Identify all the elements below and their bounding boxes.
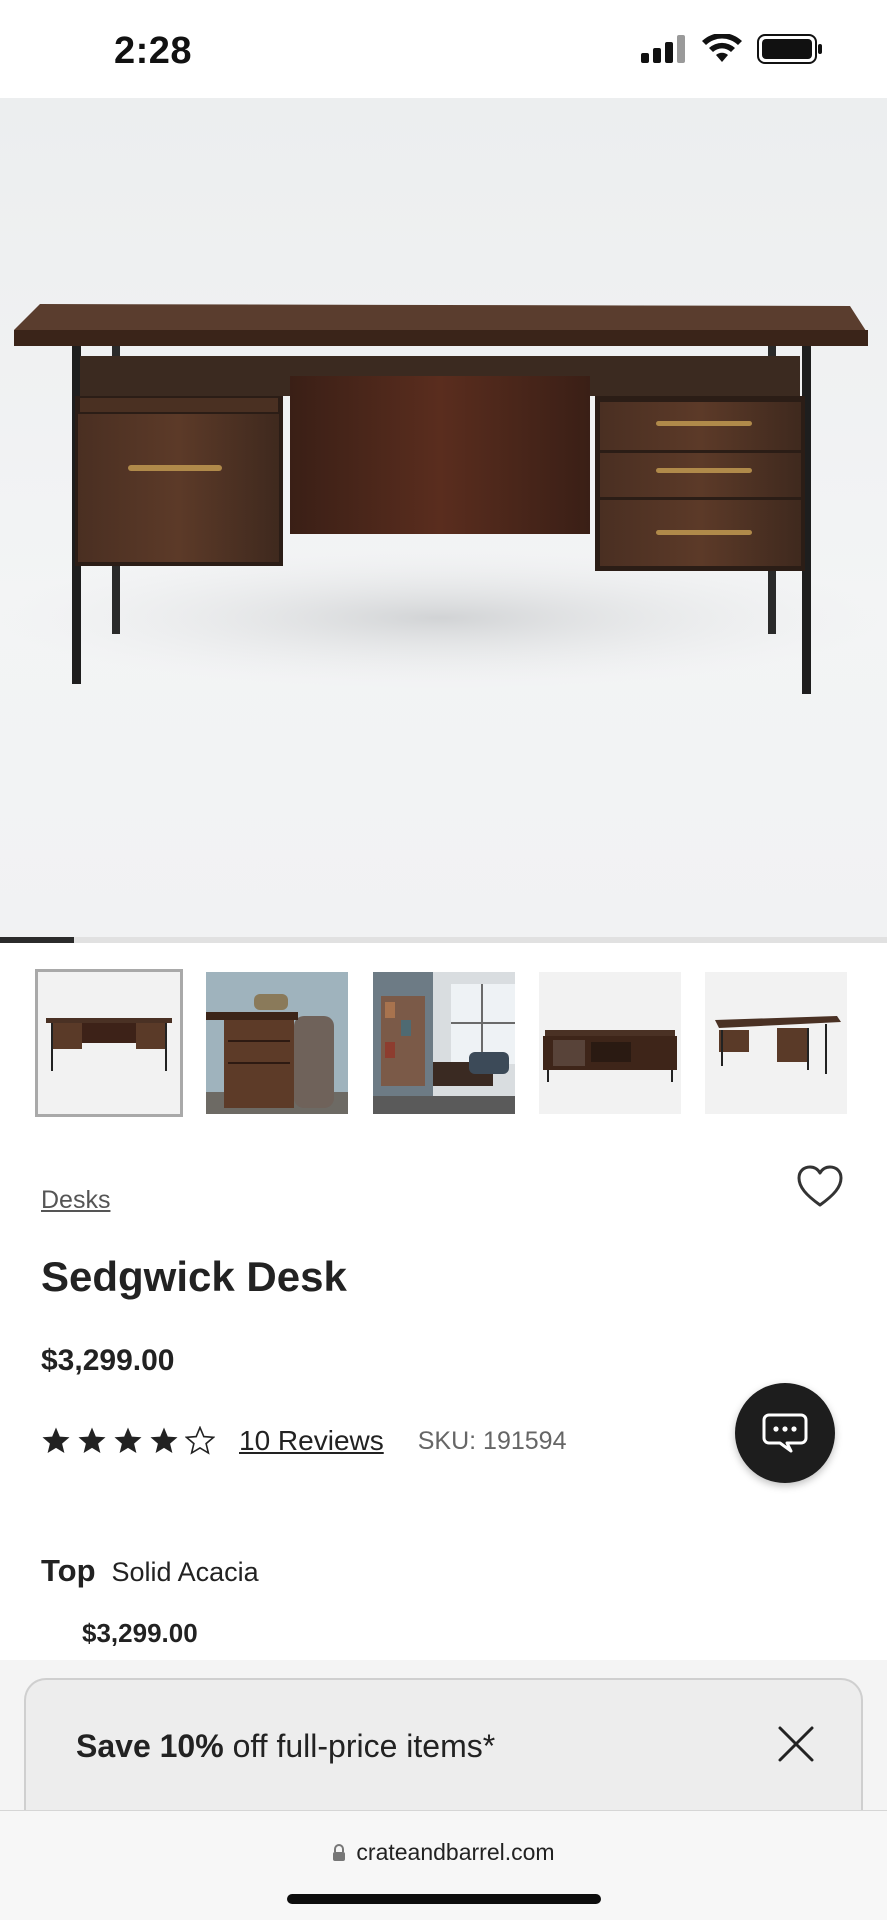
gallery-progress-track xyxy=(0,937,887,943)
status-icons xyxy=(641,34,823,64)
reviews-link[interactable]: 10 Reviews xyxy=(239,1425,384,1457)
close-icon[interactable] xyxy=(776,1724,816,1764)
wifi-icon xyxy=(702,34,742,62)
promo-rest: off full-price items* xyxy=(223,1728,496,1764)
rating-row: 10 Reviews SKU: 191594 xyxy=(41,1420,566,1462)
star-empty-icon xyxy=(185,1426,215,1455)
battery-icon xyxy=(757,34,822,64)
thumbnail-strip xyxy=(35,969,858,1120)
gallery-progress-fill xyxy=(0,937,74,943)
promo-text: Save 10% off full-price items* xyxy=(76,1728,495,1765)
thumbnail-1[interactable] xyxy=(35,969,183,1117)
option-top[interactable]: Top Solid Acacia xyxy=(41,1553,259,1589)
thumbnail-desk-back xyxy=(539,972,681,1114)
status-bar: 2:28 xyxy=(0,0,887,98)
thumbnail-room-scene xyxy=(373,972,515,1114)
product-price: $3,299.00 xyxy=(41,1344,175,1377)
url-text: crateandbarrel.com xyxy=(356,1839,555,1865)
thumbnail-desk-angle xyxy=(705,972,847,1114)
product-title: Sedgwick Desk xyxy=(41,1253,347,1300)
product-hero-image[interactable] xyxy=(0,98,887,940)
thumbnail-3[interactable] xyxy=(373,972,515,1114)
star-filled-icon xyxy=(78,1427,106,1453)
sku: SKU: 191594 xyxy=(418,1427,567,1456)
option-label: Top xyxy=(41,1553,96,1588)
star-filled-icon xyxy=(114,1427,142,1453)
thumbnail-4[interactable] xyxy=(539,972,681,1114)
signal-icon xyxy=(641,35,685,63)
chat-button[interactable] xyxy=(735,1383,835,1483)
address-bar[interactable]: crateandbarrel.com xyxy=(0,1839,887,1866)
lock-icon xyxy=(333,1843,346,1861)
home-indicator xyxy=(287,1894,601,1904)
promo-banner[interactable]: Save 10% off full-price items* xyxy=(24,1678,863,1818)
sku-value: 191594 xyxy=(483,1426,567,1455)
star-rating[interactable] xyxy=(41,1426,215,1456)
status-time: 2:28 xyxy=(114,30,193,72)
promo-bold: Save 10% xyxy=(76,1728,224,1764)
sku-label: SKU: xyxy=(417,1426,477,1455)
thumbnail-desk-front xyxy=(38,972,180,1114)
star-filled-icon xyxy=(42,1427,70,1453)
thumbnail-5[interactable] xyxy=(705,972,847,1114)
option-value: Solid Acacia xyxy=(111,1557,259,1587)
chat-icon xyxy=(762,1413,808,1453)
thumbnail-desk-lifestyle xyxy=(206,972,348,1114)
heart-icon[interactable] xyxy=(796,1164,844,1208)
option-price: $3,299.00 xyxy=(82,1618,198,1648)
category-breadcrumb-link[interactable]: Desks xyxy=(41,1186,110,1215)
desk-image xyxy=(0,304,880,694)
thumbnail-2[interactable] xyxy=(206,972,348,1114)
star-filled-icon xyxy=(150,1427,178,1453)
